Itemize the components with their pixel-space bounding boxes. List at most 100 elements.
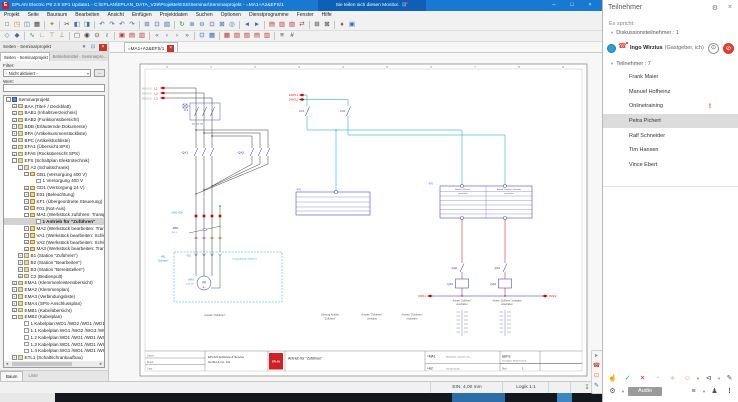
zoom-window-icon[interactable]: ⊡ [207, 20, 217, 30]
expand-toggle-icon[interactable] [18, 321, 23, 326]
tree-horizontal-scrollbar[interactable]: ◄► [3, 361, 105, 368]
tree-item[interactable]: 1 Antrieb für "Zuführen" [4, 218, 104, 225]
announcement-icon[interactable]: ⊲ [701, 373, 716, 384]
zoom-1-1-icon[interactable]: ◎ [227, 20, 237, 30]
minimize-button[interactable]: – [546, 0, 562, 11]
expand-toggle-icon[interactable] [18, 335, 23, 340]
filter-select[interactable]: - Nicht aktiviert - ▾ [3, 69, 91, 77]
section-attendees[interactable]: ▾Teilnehmer : 7 [611, 61, 651, 67]
expand-toggle-icon[interactable]: + [24, 186, 29, 191]
windows-taskbar[interactable] [0, 393, 602, 402]
expand-toggle-icon[interactable]: + [12, 104, 17, 109]
tree-item[interactable]: 1 Kabelplan:WD1 /WD2 /WG1 /WD1 [4, 320, 104, 327]
print-icon[interactable]: ▦ [32, 20, 42, 30]
tree-item[interactable]: + EMA3 (Verbindungsliste) [4, 293, 104, 300]
expand-toggle-icon[interactable]: + [12, 281, 17, 286]
scrollbar-thumb[interactable] [12, 362, 72, 366]
tree-item[interactable]: + EMA4 (SPS-Anschlussplan) [4, 300, 104, 307]
tree-item[interactable]: - MA1 (Werkstück zuführen: Transp [4, 212, 104, 219]
tree-item[interactable]: - A2 (Schaltschrank) [4, 164, 104, 171]
tree-item[interactable]: 1.1 Kabelplan:WG1 /WG2 /WG3 /WG4 [4, 327, 104, 334]
cut-icon[interactable]: ✂ [62, 20, 72, 30]
filter-more-button[interactable]: … [94, 69, 105, 77]
tree-item[interactable]: + B1 (Station "Zuführen") [4, 252, 104, 259]
maximize-button[interactable]: □ [564, 0, 580, 11]
taskbar-active-app[interactable] [452, 393, 505, 402]
messages-icon[interactable]: ▣ [347, 20, 357, 30]
last-page-icon[interactable]: » [182, 31, 192, 41]
menu-item[interactable]: Projekt [0, 11, 24, 20]
symbol-navigator-icon[interactable]: ▥ [277, 20, 287, 30]
tree-item[interactable]: + BPC (Artikelstückliste) [4, 137, 104, 144]
layer-icon[interactable]: ≡ [277, 31, 287, 41]
reports-icon[interactable]: ▦ [207, 31, 217, 41]
expand-toggle-icon[interactable]: + [12, 145, 17, 150]
first-page-icon[interactable]: « [152, 31, 162, 41]
menu-item[interactable]: Dienstprogramme [245, 11, 293, 20]
expand-toggle-icon[interactable]: + [18, 253, 23, 258]
workspace-icon[interactable]: ⊡ [197, 31, 207, 41]
interruption-point-icon[interactable]: ∿ [27, 31, 37, 41]
tree-item[interactable]: 1.3 Kabelplan:WD1 /WG1 /WD1 /WG1 [4, 341, 104, 348]
undo-list-icon[interactable]: ↶ [117, 20, 127, 30]
step-away-icon[interactable]: ◔ [650, 373, 665, 384]
tab-liste[interactable]: Liste [23, 371, 42, 381]
attendee-row[interactable]: Onlinetraining ! [603, 99, 738, 114]
expand-toggle-icon[interactable]: + [24, 206, 29, 211]
tree-item[interactable]: 1.2 Kabelplan:WD1 /WG1 /WD1 /WG1 [4, 334, 104, 341]
attendee-row[interactable]: Tim Hansen [603, 143, 738, 158]
device-navigator-icon[interactable]: ▤ [267, 20, 277, 30]
panel-close-icon[interactable]: × [728, 4, 732, 11]
expand-toggle-icon[interactable]: + [24, 199, 29, 204]
wert-input[interactable] [3, 84, 105, 92]
tree-item[interactable]: + EMA1 (Klemmenleistenübersicht) [4, 280, 104, 287]
plc-box-icon[interactable]: ▤ [127, 31, 137, 41]
tree-item[interactable]: + BPA (Artikelsummenstückliste) [4, 130, 104, 137]
expand-toggle-icon[interactable]: + [24, 240, 29, 245]
copy-icon[interactable]: ◧ [72, 20, 82, 30]
attendee-row[interactable]: Frank Maier [603, 70, 738, 85]
open-icon[interactable]: ◳ [12, 20, 22, 30]
expand-toggle-icon[interactable]: - [6, 97, 11, 102]
expand-toggle-icon[interactable]: + [12, 355, 17, 360]
menu-item[interactable]: Hilfe [318, 11, 336, 20]
grab-pen-icon[interactable]: ✎ [592, 381, 601, 391]
expand-toggle-icon[interactable]: - [12, 315, 17, 320]
taskbar-search[interactable] [0, 393, 55, 402]
tree-item[interactable]: 1.4 Kabelplan:WG1 /WD1 /WD1 /WG1 [4, 347, 104, 354]
expand-toggle-icon[interactable]: - [24, 213, 29, 218]
tree-item[interactable]: - Seminarprojekt [4, 96, 104, 103]
expand-toggle-icon[interactable]: + [12, 124, 17, 129]
expand-toggle-icon[interactable]: - [24, 172, 29, 177]
tree-item[interactable]: + BAA (Titel- / Deckblatt) [4, 103, 104, 110]
raise-hand-icon[interactable]: ☝ [605, 373, 620, 384]
tree-item[interactable]: + C2 (Bedienpult) [4, 273, 104, 280]
bundle-icon[interactable]: ▥ [262, 31, 272, 41]
taskbar-app[interactable] [557, 393, 572, 402]
expand-toggle-icon[interactable]: + [24, 247, 29, 252]
attendee-row[interactable]: Ralf Schneider [603, 128, 738, 143]
tree-item[interactable]: + B3 (Station "Bereitstellen") [4, 266, 104, 273]
expand-toggle-icon[interactable]: + [12, 308, 17, 313]
tree-item[interactable]: - EFS (Schaltplan Elektrotechnik) [4, 157, 104, 164]
mute-button[interactable]: ⊘ [723, 43, 734, 54]
tree-item[interactable]: + VA1 (Werkstück bearbeiten: Schle [4, 232, 104, 239]
undo-icon[interactable]: ↶ [97, 20, 107, 30]
menu-item[interactable]: Suchen [192, 11, 217, 20]
zoom-fit-icon[interactable]: ⊠ [217, 20, 227, 30]
tree-item[interactable]: + EFA1 (Übersicht SPS) [4, 144, 104, 151]
tree-item[interactable]: + KF1 (Übergeordnete Steuerung) [4, 198, 104, 205]
expand-toggle-icon[interactable]: + [18, 260, 23, 265]
insert-macro-icon[interactable]: ⊡ [152, 20, 162, 30]
dock-header[interactable]: Seiten - Seminarprojekt ▾ ⊡ × [0, 42, 108, 52]
tree-item[interactable]: 1 Versorgung 400 V [4, 178, 104, 185]
drawing-tool-icon[interactable]: ✎ [722, 373, 737, 384]
close-button[interactable]: × [582, 0, 598, 11]
dock-menu-icon[interactable]: ▾ [80, 44, 88, 51]
attendee-row[interactable]: Petra Pichert [603, 114, 738, 129]
disagree-icon[interactable]: × [635, 373, 650, 384]
corner-connection-icon[interactable]: ∟ [37, 31, 47, 41]
expand-toggle-icon[interactable] [18, 342, 23, 347]
page-back-icon[interactable]: ◄ [242, 20, 252, 30]
device-icon[interactable]: ▢ [72, 31, 82, 41]
